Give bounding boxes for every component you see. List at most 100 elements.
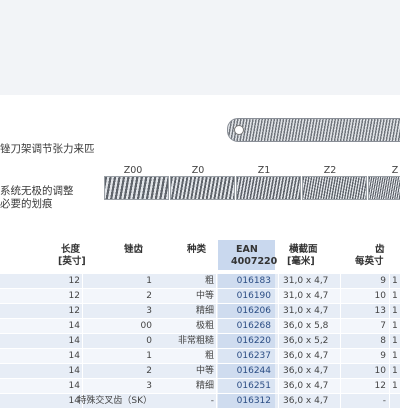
description-line-1: 锉刀架调节张力来匹 [0, 143, 95, 155]
cell-ean: 016220 [236, 336, 271, 346]
header-band [0, 0, 400, 95]
table-row: 14 特殊交叉齿（SK） -016312 36,0 x 4,7- [0, 394, 400, 408]
column-separator [216, 334, 217, 348]
cell-cut: 0 [146, 336, 152, 346]
cell-ean: 016237 [236, 351, 271, 361]
cell-type: 精细 [195, 381, 214, 391]
header-length-title: 长度 [61, 244, 81, 255]
cell-extra: 1 [392, 351, 398, 361]
column-separator [278, 319, 279, 333]
cell-cut: 3 [146, 381, 152, 391]
cell-section: 31,0 x 4,7 [283, 306, 329, 316]
column-separator [340, 379, 341, 393]
table-row: 12 2 中等 016190 31,0 x 4,7 10 1 [0, 289, 400, 303]
header-section-unit: [毫米] [287, 256, 315, 267]
cell-extra: 1 [392, 291, 398, 301]
cell-ean: 016251 [236, 381, 271, 391]
description-line-2: 系统无极的调整 必要的划痕 [0, 185, 74, 211]
grade-label-z1: Z1 [257, 165, 271, 176]
grade-swatch-z1 [236, 176, 301, 200]
column-separator [278, 289, 279, 303]
column-separator [216, 394, 217, 408]
column-separator [389, 334, 390, 348]
column-separator [216, 319, 217, 333]
column-separator [278, 394, 279, 408]
cell-type: - [210, 396, 214, 406]
cell-extra: 1 [392, 306, 398, 316]
cell-section: 36,0 x 5,2 [283, 336, 329, 346]
cell-ean: 016190 [236, 291, 271, 301]
column-separator [278, 349, 279, 363]
header-teeth: 齿 每英寸 [355, 244, 385, 268]
cell-type: 粗 [204, 276, 214, 286]
table-row: 12 3 精细 016206 31,0 x 4,7 13 1 [0, 304, 400, 318]
grade-label-z2: Z2 [323, 165, 337, 176]
cell-cut: 2 [146, 291, 152, 301]
column-separator [340, 394, 341, 408]
cell-extra: 1 [392, 321, 398, 331]
column-separator [389, 349, 390, 363]
grade-swatch-z00 [104, 176, 169, 200]
file-blade-hole [234, 125, 244, 135]
column-separator [278, 334, 279, 348]
grade-swatch-z2 [302, 176, 367, 200]
cell-section: 36,0 x 5,8 [283, 321, 329, 331]
table-row: 14 0 非常粗糙 016220 36,0 x 5,2 8 1 [0, 334, 400, 348]
cell-teeth: - [382, 396, 386, 406]
cell-ean: 016268 [236, 321, 271, 331]
header-teeth-unit: 每英寸 [355, 256, 384, 267]
column-separator [389, 319, 390, 333]
column-separator [278, 379, 279, 393]
cell-cut: 1 [146, 276, 152, 286]
cell-cut: 00 [140, 321, 152, 331]
cell-extra: 1 [392, 276, 398, 286]
grade-label-z0: Z0 [191, 165, 205, 176]
table-row: 12 1 粗 016183 31,0 x 4,7 9 1 [0, 274, 400, 288]
header-ean: EAN 4007220 [218, 244, 278, 268]
cell-ean: 016244 [236, 366, 271, 376]
grade-label-z00: Z00 [123, 165, 143, 176]
cell-ean: 016312 [236, 396, 271, 406]
cell-section: 36,0 x 4,7 [283, 366, 329, 376]
file-blade-image [227, 118, 400, 142]
column-separator [389, 289, 390, 303]
cell-section: 36,0 x 4,7 [283, 396, 329, 406]
column-separator [340, 349, 341, 363]
table-row: 14 00 极粗 016268 36,0 x 5,8 7 1 [0, 319, 400, 333]
cell-teeth: 8 [380, 336, 386, 346]
cell-teeth: 12 [374, 381, 386, 391]
column-separator [278, 364, 279, 378]
description-line-2b: 必要的划痕 [0, 198, 53, 210]
cell-type: 中等 [195, 291, 214, 301]
column-separator [216, 289, 217, 303]
cell-type: 精细 [195, 306, 214, 316]
header-teeth-title: 齿 [375, 244, 385, 255]
column-separator [389, 274, 390, 288]
column-separator [389, 394, 390, 408]
header-section-title: 横截面 [289, 244, 318, 255]
header-cut: 锉齿 [124, 244, 144, 255]
column-separator [216, 304, 217, 318]
column-separator [340, 274, 341, 288]
table-row: 14 2 中等 016244 36,0 x 4,7 10 1 [0, 364, 400, 378]
cell-type: 极粗 [195, 321, 214, 331]
cell-cut: 3 [146, 306, 152, 316]
cell-section: 36,0 x 4,7 [283, 381, 329, 391]
column-separator [340, 289, 341, 303]
grade-label-z: Z [391, 165, 399, 176]
table-row: 14 1 粗 016237 36,0 x 4,7 9 1 [0, 349, 400, 363]
cell-cut: 特殊交叉齿（SK） [77, 396, 152, 406]
cell-type: 中等 [195, 366, 214, 376]
cell-teeth: 10 [374, 366, 386, 376]
table-row: 14 3 精细 016251 36,0 x 4,7 12 1 [0, 379, 400, 393]
cell-teeth: 10 [374, 291, 386, 301]
cell-section: 31,0 x 4,7 [283, 291, 329, 301]
grade-swatch-z0 [170, 176, 235, 200]
column-separator [340, 334, 341, 348]
header-ean-prefix: 4007220 [231, 256, 278, 267]
column-separator [278, 304, 279, 318]
column-separator [340, 364, 341, 378]
column-separator [216, 274, 217, 288]
cell-teeth: 9 [380, 276, 386, 286]
column-separator [389, 364, 390, 378]
